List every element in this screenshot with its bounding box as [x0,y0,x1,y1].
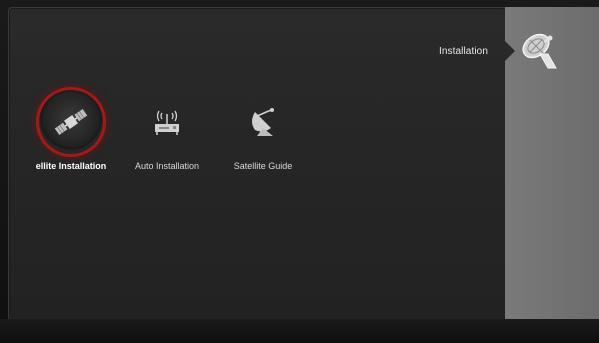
dish-guide-icon [252,108,274,136]
header-pointer [505,41,515,61]
menu-item-label: ellite Installation [35,161,107,171]
bottom-bar [0,319,599,343]
tv-screen: Installation ellite Installation Auto In… [0,0,599,343]
selection-ring [39,90,103,154]
menu-item-auto-installation[interactable]: Auto Installation [120,90,214,180]
satellite-dish-icon [522,33,557,69]
menu-item-satellite-installation[interactable]: ellite Installation [24,90,118,180]
menu-item-label: Satellite Guide [233,161,293,171]
icon-holder [135,90,199,154]
satellite-icon [54,108,88,136]
icon-holder [231,90,295,154]
page-title: Installation [438,46,488,57]
menu-item-label: Auto Installation [134,161,200,171]
menu-item-satellite-guide[interactable]: Satellite Guide [216,90,310,180]
antenna-receiver-icon [155,110,179,135]
